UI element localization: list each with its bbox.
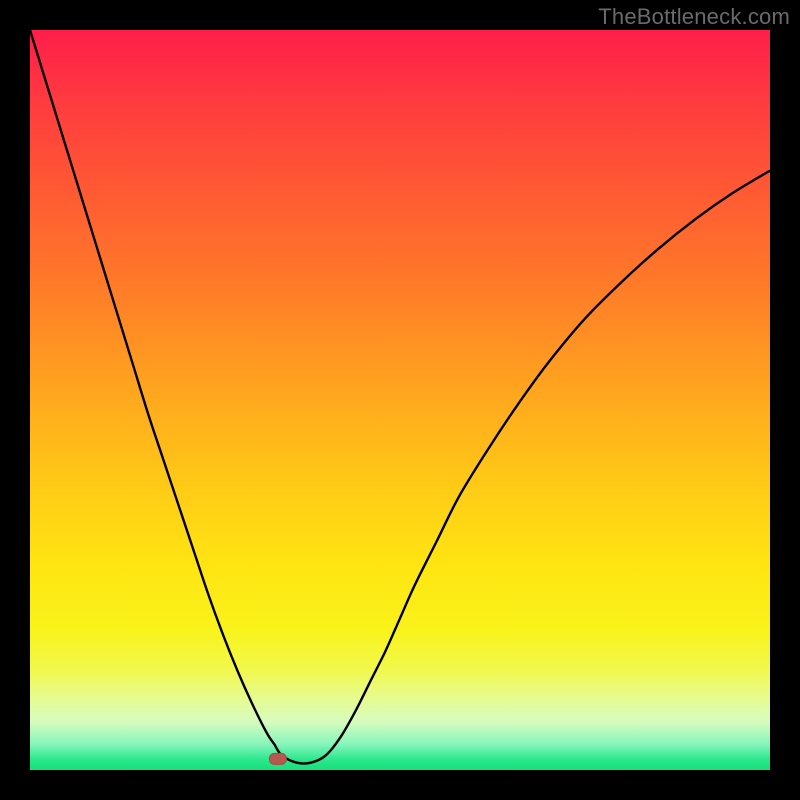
watermark-text: TheBottleneck.com: [598, 4, 790, 30]
gradient-background: [30, 30, 770, 770]
optimum-marker: [269, 753, 286, 764]
outer-frame: TheBottleneck.com: [0, 0, 800, 800]
chart-svg: [30, 30, 770, 770]
plot-area: [30, 30, 770, 770]
